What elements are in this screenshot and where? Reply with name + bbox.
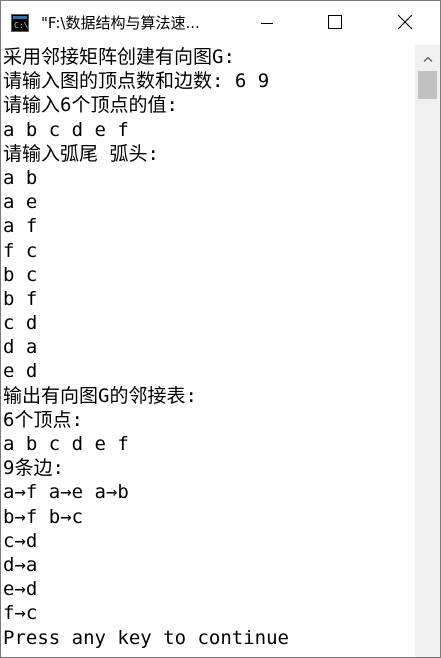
- console-line: a e: [3, 191, 38, 214]
- console-line: a b: [3, 166, 38, 189]
- minimize-button[interactable]: [244, 1, 290, 45]
- minimize-icon: [261, 14, 273, 33]
- console-app-icon[interactable]: C:\: [11, 14, 29, 32]
- console-line: 6个顶点:: [3, 408, 83, 431]
- console-line: 请输入弧尾 弧头:: [3, 142, 159, 165]
- console-line: e d: [3, 360, 38, 383]
- console-line: d a: [3, 336, 38, 359]
- console-line: f c: [3, 239, 38, 262]
- console-line: c d: [3, 312, 38, 335]
- scroll-up-arrow-icon: [423, 47, 433, 66]
- console-line: 请输入6个顶点的值:: [3, 94, 178, 117]
- title-bar[interactable]: C:\ "F:\数据结构与算法速...: [1, 1, 440, 45]
- console-window: C:\ "F:\数据结构与算法速... 采用邻接矩阵创建有向图G: 请输入图的顶…: [0, 0, 441, 658]
- console-line: f→c: [3, 602, 38, 625]
- console-line: a f: [3, 215, 38, 238]
- console-line: 输出有向图G的邻接表:: [3, 384, 197, 407]
- console-line: e→d: [3, 578, 38, 601]
- console-line: a b c d e f: [3, 118, 129, 141]
- console-line: b f: [3, 287, 38, 310]
- console-output[interactable]: 采用邻接矩阵创建有向图G: 请输入图的顶点数和边数: 6 9 请输入6个顶点的值…: [1, 45, 415, 657]
- console-line: b→f b→c: [3, 505, 84, 528]
- console-line: 请输入图的顶点数和边数: 6 9: [3, 70, 270, 93]
- console-line: 采用邻接矩阵创建有向图G:: [3, 46, 235, 68]
- window-title: "F:\数据结构与算法速...: [41, 14, 200, 32]
- svg-text:C:\: C:\: [14, 21, 29, 30]
- vertical-scrollbar[interactable]: [415, 45, 440, 657]
- console-line: c→d: [3, 529, 38, 552]
- console-line: a b c d e f: [3, 433, 129, 455]
- console-line: Press any key to continue: [3, 626, 289, 649]
- console-line: b c: [3, 263, 38, 286]
- console-line: a→f a→e a→b: [3, 481, 129, 504]
- close-button[interactable]: [382, 1, 428, 45]
- scrollbar-thumb[interactable]: [418, 71, 437, 99]
- console-line: 9条边:: [3, 457, 64, 480]
- maximize-icon: [328, 14, 342, 33]
- scroll-up-button[interactable]: [415, 45, 440, 67]
- close-icon: [397, 14, 413, 33]
- maximize-button[interactable]: [312, 1, 358, 45]
- console-line: d→a: [3, 553, 38, 576]
